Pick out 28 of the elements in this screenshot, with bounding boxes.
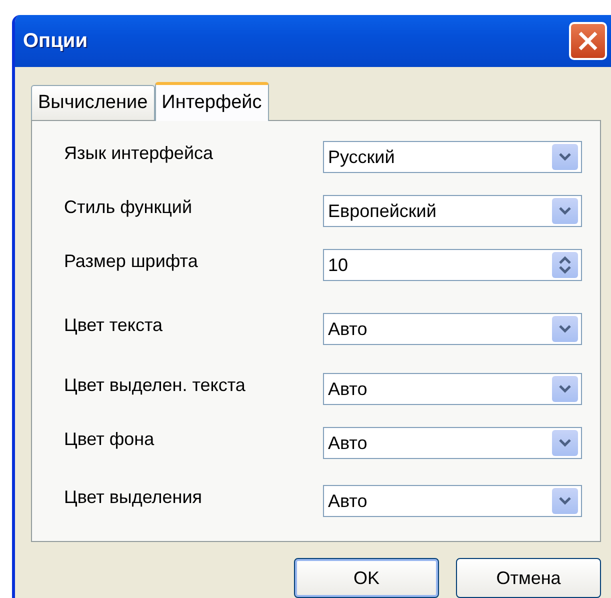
dropdown-field[interactable]: Авто (323, 373, 582, 405)
tab[interactable]: Интерфейс (154, 82, 269, 121)
chevron-down-icon (559, 497, 571, 505)
field-label: Цвет текста (64, 314, 164, 335)
ok-button[interactable]: OK (294, 558, 439, 598)
spinner-field[interactable]: 10 (323, 249, 582, 281)
dropdown-field[interactable]: Авто (323, 427, 582, 459)
field-label: Размер шрифта (64, 250, 199, 271)
field-label: Цвет выделен. текста (64, 374, 246, 395)
close-button[interactable] (569, 22, 607, 60)
chevron-down-icon (559, 207, 571, 215)
field-label: Язык интерфейса (64, 142, 214, 163)
up-down-arrows-icon (559, 256, 571, 274)
chevron-down-icon (559, 439, 571, 447)
chevron-down-icon (559, 385, 571, 393)
dropdown-field[interactable]: Авто (323, 485, 582, 517)
tab[interactable]: Вычисление (31, 85, 155, 120)
dropdown-field[interactable]: Европейский (323, 195, 582, 227)
window-title: Опции (23, 30, 88, 52)
field-label: Стиль функций (64, 196, 194, 217)
field-label: Цвет фона (64, 428, 156, 449)
chevron-down-icon (559, 153, 571, 161)
dropdown-field[interactable]: Авто (323, 313, 582, 345)
chevron-down-icon (559, 325, 571, 333)
cancel-button[interactable]: Отмена (456, 558, 601, 598)
field-label: Цвет выделения (64, 486, 204, 507)
dropdown-field[interactable]: Русский (323, 141, 582, 173)
close-icon (577, 30, 599, 52)
